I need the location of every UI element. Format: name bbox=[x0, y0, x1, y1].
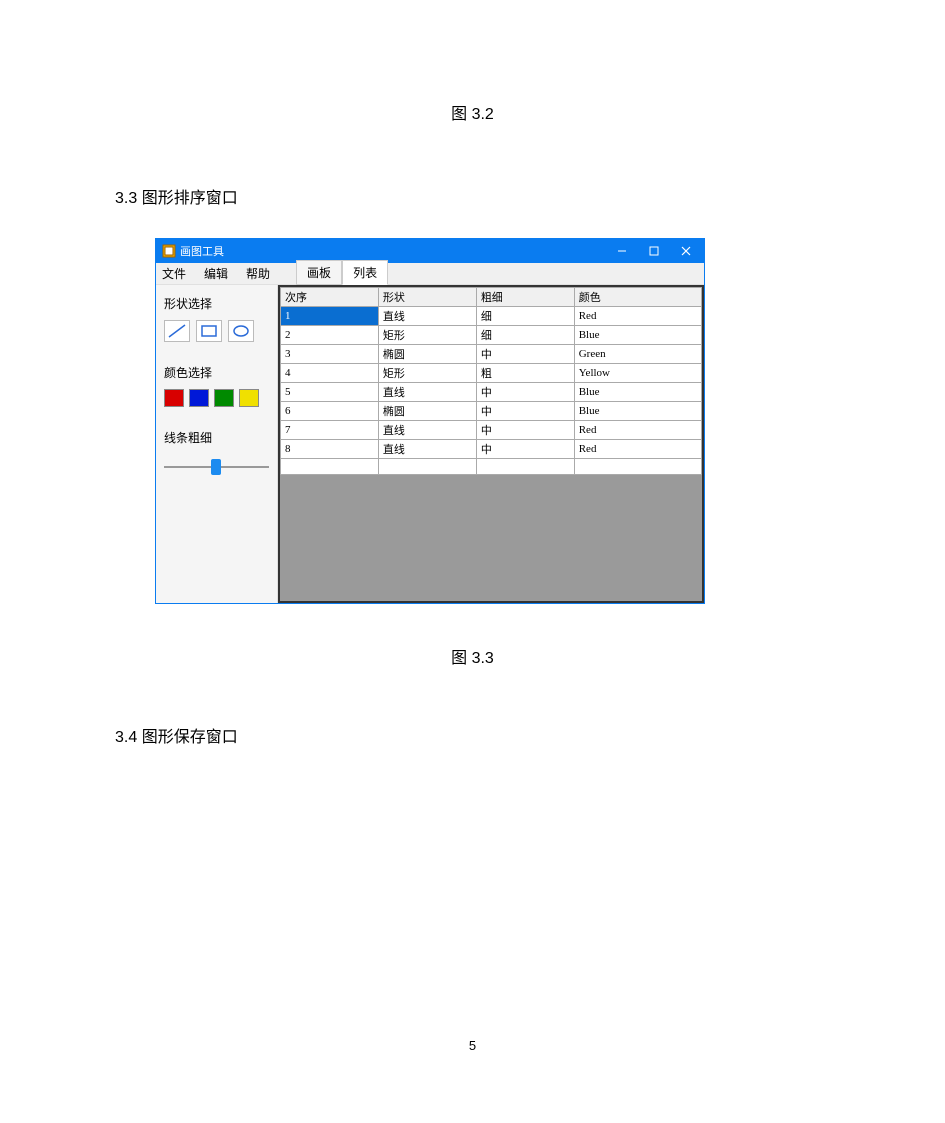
menu-help[interactable]: 帮助 bbox=[246, 265, 270, 282]
cell-color[interactable]: Red bbox=[574, 421, 701, 440]
grid-empty-area bbox=[280, 475, 702, 601]
menu-edit[interactable]: 编辑 bbox=[204, 265, 228, 282]
cell-thickness[interactable]: 中 bbox=[476, 402, 574, 421]
cell-color[interactable]: Blue bbox=[574, 402, 701, 421]
cell-seq[interactable]: 3 bbox=[281, 345, 379, 364]
maximize-button[interactable] bbox=[638, 240, 670, 262]
tab-board[interactable]: 画板 bbox=[296, 260, 342, 285]
cell-color[interactable]: Red bbox=[574, 440, 701, 459]
title-bar[interactable]: 画图工具 bbox=[156, 239, 704, 263]
cell-color[interactable]: Green bbox=[574, 345, 701, 364]
table-row-blank[interactable] bbox=[281, 459, 702, 475]
page-number: 5 bbox=[0, 1038, 945, 1053]
tab-list[interactable]: 列表 bbox=[342, 260, 388, 285]
thickness-label: 线条粗细 bbox=[164, 429, 269, 446]
cell-seq[interactable]: 2 bbox=[281, 326, 379, 345]
col-seq[interactable]: 次序 bbox=[281, 288, 379, 307]
cell-color[interactable]: Blue bbox=[574, 326, 701, 345]
thickness-slider[interactable] bbox=[164, 456, 269, 478]
app-icon bbox=[162, 244, 176, 258]
cell-thickness[interactable]: 中 bbox=[476, 440, 574, 459]
col-color[interactable]: 颜色 bbox=[574, 288, 701, 307]
shape-rect-button[interactable] bbox=[196, 320, 222, 342]
menu-file[interactable]: 文件 bbox=[162, 265, 186, 282]
cell-thickness[interactable]: 中 bbox=[476, 383, 574, 402]
color-green-swatch[interactable] bbox=[214, 389, 234, 407]
table-row[interactable]: 4矩形粗Yellow bbox=[281, 364, 702, 383]
window-title: 画图工具 bbox=[180, 243, 224, 259]
figure-label-3-3: 图 3.3 bbox=[115, 644, 830, 668]
cell-thickness[interactable]: 细 bbox=[476, 307, 574, 326]
table-row[interactable]: 2矩形细Blue bbox=[281, 326, 702, 345]
table-row[interactable]: 8直线中Red bbox=[281, 440, 702, 459]
menu-bar: 文件 编辑 帮助 画板 列表 bbox=[156, 263, 704, 285]
color-blue-swatch[interactable] bbox=[189, 389, 209, 407]
app-window: 画图工具 文件 编辑 帮助 bbox=[155, 238, 705, 604]
cell-thickness[interactable]: 粗 bbox=[476, 364, 574, 383]
table-row[interactable]: 1直线细Red bbox=[281, 307, 702, 326]
col-shape[interactable]: 形状 bbox=[378, 288, 476, 307]
cell-shape[interactable]: 矩形 bbox=[378, 364, 476, 383]
cell-shape[interactable]: 直线 bbox=[378, 307, 476, 326]
cell-thickness[interactable]: 中 bbox=[476, 345, 574, 364]
cell-seq[interactable]: 1 bbox=[281, 307, 379, 326]
cell-shape[interactable]: 矩形 bbox=[378, 326, 476, 345]
cell-shape[interactable]: 直线 bbox=[378, 421, 476, 440]
table-row[interactable]: 6椭圆中Blue bbox=[281, 402, 702, 421]
cell-color[interactable]: Yellow bbox=[574, 364, 701, 383]
cell-thickness[interactable]: 中 bbox=[476, 421, 574, 440]
minimize-button[interactable] bbox=[606, 240, 638, 262]
table-header-row: 次序 形状 粗细 颜色 bbox=[281, 288, 702, 307]
cell-shape[interactable]: 椭圆 bbox=[378, 345, 476, 364]
table-row[interactable]: 3椭圆中Green bbox=[281, 345, 702, 364]
figure-label-3-2: 图 3.2 bbox=[115, 100, 830, 124]
cell-shape[interactable]: 直线 bbox=[378, 383, 476, 402]
cell-seq[interactable]: 7 bbox=[281, 421, 379, 440]
col-thickness[interactable]: 粗细 bbox=[476, 288, 574, 307]
slider-thumb-icon[interactable] bbox=[211, 459, 221, 475]
cell-seq[interactable]: 4 bbox=[281, 364, 379, 383]
table-row[interactable]: 7直线中Red bbox=[281, 421, 702, 440]
sidebar: 形状选择 bbox=[156, 285, 278, 603]
cell-shape[interactable]: 直线 bbox=[378, 440, 476, 459]
data-grid[interactable]: 次序 形状 粗细 颜色 1直线细Red2矩形细Blue3椭圆中Green4矩形粗… bbox=[278, 285, 704, 603]
cell-thickness[interactable]: 细 bbox=[476, 326, 574, 345]
color-select-label: 颜色选择 bbox=[164, 364, 269, 381]
color-yellow-swatch[interactable] bbox=[239, 389, 259, 407]
cell-shape[interactable]: 椭圆 bbox=[378, 402, 476, 421]
section-heading-3-3: 3.3 图形排序窗口 bbox=[115, 184, 830, 208]
close-button[interactable] bbox=[670, 240, 702, 262]
section-heading-3-4: 3.4 图形保存窗口 bbox=[115, 723, 830, 747]
cell-color[interactable]: Blue bbox=[574, 383, 701, 402]
cell-seq[interactable]: 5 bbox=[281, 383, 379, 402]
table-row[interactable]: 5直线中Blue bbox=[281, 383, 702, 402]
cell-seq[interactable]: 8 bbox=[281, 440, 379, 459]
shape-line-button[interactable] bbox=[164, 320, 190, 342]
cell-color[interactable]: Red bbox=[574, 307, 701, 326]
color-red-swatch[interactable] bbox=[164, 389, 184, 407]
shape-ellipse-button[interactable] bbox=[228, 320, 254, 342]
cell-seq[interactable]: 6 bbox=[281, 402, 379, 421]
shape-select-label: 形状选择 bbox=[164, 295, 269, 312]
